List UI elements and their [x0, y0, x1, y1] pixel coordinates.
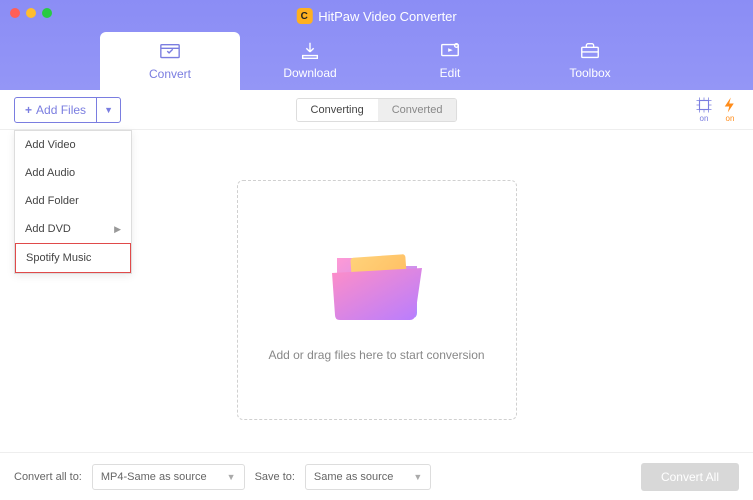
- dropdown-item-add-video[interactable]: Add Video: [15, 131, 131, 159]
- add-files-button[interactable]: + Add Files ▼: [14, 97, 121, 123]
- dropzone[interactable]: Add or drag files here to start conversi…: [237, 180, 517, 420]
- maximize-icon[interactable]: [42, 8, 52, 18]
- dd-label: Add Folder: [25, 195, 79, 207]
- tab-convert[interactable]: Convert: [100, 32, 240, 90]
- footer: Convert all to: MP4-Same as source ▼ Sav…: [0, 452, 753, 500]
- app-title: C HitPaw Video Converter: [296, 8, 457, 24]
- chevron-down-icon: ▼: [227, 472, 236, 482]
- segment-converted[interactable]: Converted: [378, 99, 457, 121]
- dropdown-item-add-audio[interactable]: Add Audio: [15, 159, 131, 187]
- tab-label: Toolbox: [569, 66, 610, 80]
- folder-icon: [322, 238, 432, 328]
- header: C HitPaw Video Converter Convert Downloa…: [0, 0, 753, 90]
- dd-label: Add Audio: [25, 167, 75, 179]
- tab-label: Edit: [440, 66, 461, 80]
- lightning-sub: on: [726, 114, 735, 123]
- segment-converting[interactable]: Converting: [297, 99, 378, 121]
- main-tabs: Convert Download Edit Toolbox: [100, 30, 713, 90]
- content-area: Add Video Add Audio Add Folder Add DVD▶ …: [0, 130, 753, 450]
- tab-download[interactable]: Download: [240, 30, 380, 90]
- toolbar: + Add Files ▼ Converting Converted on on: [0, 90, 753, 130]
- dropdown-item-add-folder[interactable]: Add Folder: [15, 187, 131, 215]
- add-files-dropdown: Add Video Add Audio Add Folder Add DVD▶ …: [14, 130, 132, 274]
- dd-label: Add Video: [25, 139, 76, 151]
- dropzone-text: Add or drag files here to start conversi…: [268, 348, 484, 362]
- download-icon: [298, 40, 322, 62]
- tab-toolbox[interactable]: Toolbox: [520, 30, 660, 90]
- dropdown-item-spotify-music[interactable]: Spotify Music: [15, 243, 131, 273]
- convert-icon: [158, 41, 182, 63]
- lightning-accel-icon[interactable]: on: [721, 96, 739, 123]
- convert-all-to-label: Convert all to:: [14, 471, 82, 483]
- chevron-right-icon: ▶: [114, 224, 121, 235]
- dd-label: Spotify Music: [26, 252, 91, 264]
- gpu-accel-icon[interactable]: on: [695, 96, 713, 123]
- tab-label: Download: [283, 66, 336, 80]
- dd-label: Add DVD: [25, 223, 71, 235]
- save-to-label: Save to:: [255, 471, 295, 483]
- close-icon[interactable]: [10, 8, 20, 18]
- app-logo-icon: C: [296, 8, 312, 24]
- hardware-accel-icons: on on: [695, 96, 739, 123]
- select-value: MP4-Same as source: [101, 471, 207, 483]
- select-value: Same as source: [314, 471, 393, 483]
- dropdown-item-add-dvd[interactable]: Add DVD ▶: [15, 215, 131, 243]
- segment-control: Converting Converted: [296, 98, 458, 122]
- add-files-main[interactable]: + Add Files: [15, 103, 96, 117]
- app-title-text: HitPaw Video Converter: [318, 9, 457, 24]
- add-files-label: Add Files: [36, 103, 86, 117]
- convert-all-to-select[interactable]: MP4-Same as source ▼: [92, 464, 245, 490]
- add-files-dropdown-toggle[interactable]: ▼: [96, 98, 120, 122]
- tab-edit[interactable]: Edit: [380, 30, 520, 90]
- window-controls: [10, 8, 52, 18]
- convert-all-button[interactable]: Convert All: [641, 463, 739, 491]
- save-to-select[interactable]: Same as source ▼: [305, 464, 431, 490]
- toolbox-icon: [578, 40, 602, 62]
- minimize-icon[interactable]: [26, 8, 36, 18]
- gpu-sub: on: [700, 114, 709, 123]
- chevron-down-icon: ▼: [413, 472, 422, 482]
- plus-icon: +: [25, 103, 32, 117]
- tab-label: Convert: [149, 67, 191, 81]
- edit-icon: [438, 40, 462, 62]
